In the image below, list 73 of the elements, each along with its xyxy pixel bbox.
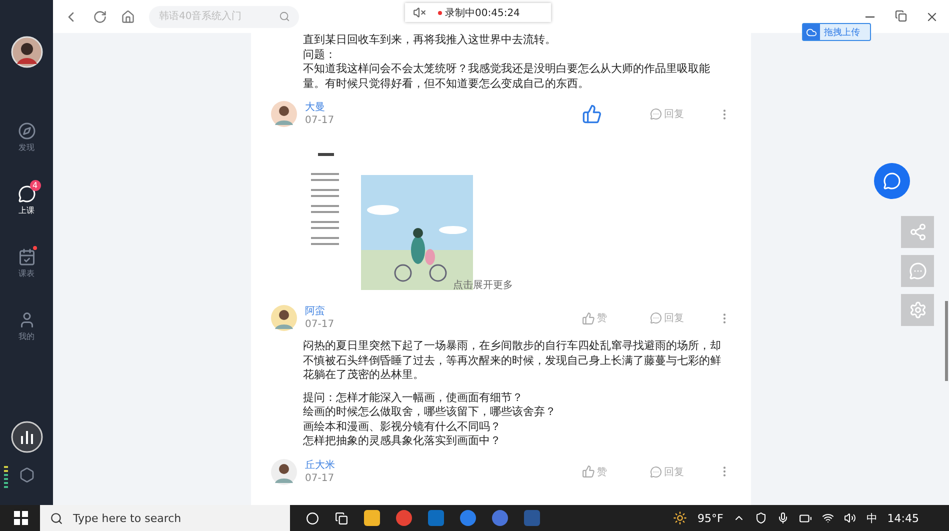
app-icon[interactable] <box>492 510 508 526</box>
like-button[interactable]: 赞 <box>582 311 642 325</box>
comment-date: 07-17 <box>305 472 336 484</box>
restore-icon[interactable] <box>895 10 907 22</box>
audio-bars-button[interactable] <box>10 421 42 453</box>
calendar-icon <box>18 248 36 266</box>
cortana-icon[interactable] <box>306 512 319 524</box>
expand-link[interactable]: 点击展开更多 <box>453 278 513 293</box>
settings-icon <box>908 301 926 319</box>
taskbar-search-box[interactable]: Type here to search <box>40 505 290 531</box>
sidebar-item[interactable]: 4 上课 <box>12 179 42 222</box>
speech-bubble-icon <box>650 466 662 478</box>
recording-time: 录制中00:45:24 <box>438 6 520 20</box>
windows-logo-icon[interactable] <box>14 511 28 525</box>
weather-temperature[interactable]: 95°F <box>697 512 724 524</box>
post-text: 不知道我这样问会不会太笼统呀？我感觉我还是没明白要怎么从大师的作品里吸取能量。有时候只觉得好看，但不知道要怎么变成自己的东西。 <box>302 62 711 91</box>
profile-avatar[interactable] <box>10 36 42 68</box>
thumbs-up-icon <box>582 104 602 124</box>
task-view-icon[interactable] <box>335 512 348 524</box>
chat-icon <box>883 172 901 190</box>
author-name[interactable]: 丘大米 <box>305 458 574 472</box>
speech-bubble-icon <box>908 262 926 280</box>
folder-icon[interactable] <box>364 510 380 526</box>
search-field[interactable]: 韩语40音系统入门 <box>149 6 299 28</box>
question-text: 怎样把抽象的灵感具象化落实到画面中？ <box>303 434 502 448</box>
microphone-icon[interactable] <box>777 512 790 524</box>
thumbs-up-icon <box>582 312 595 324</box>
speech-bubble-icon <box>650 108 662 120</box>
comment-date: 07-17 <box>305 318 336 331</box>
share-icon <box>908 223 926 241</box>
search-icon[interactable] <box>50 512 63 524</box>
shield-icon[interactable] <box>755 512 768 524</box>
browser-icon[interactable] <box>396 510 412 526</box>
input-method-indicator[interactable]: 中 <box>866 510 878 526</box>
refresh-icon[interactable] <box>93 10 107 24</box>
volume-icon[interactable] <box>844 512 856 524</box>
reply-button[interactable]: 回复 <box>650 311 710 325</box>
sidebar-item[interactable]: 课表 <box>12 242 42 285</box>
mute-icon[interactable] <box>413 6 426 19</box>
post-text: 直到某日回收车到来，再将我推入这世界中去流转。 <box>302 33 557 48</box>
thumbs-up-icon <box>582 465 595 478</box>
user-avatar <box>271 101 297 127</box>
sidebar-item[interactable]: 我的 <box>12 305 42 348</box>
question-text: 提问：怎样才能深入一幅画，使画面有细节？ <box>303 390 524 405</box>
comment-text: 闷热的夏日里突然下起了一场暴雨，在乡间散步的自行车四处乱窜寻找避雨的场所，却不慎被石头绊倒昏睡了过去，等再次醒来的时候，发现自己身上长满了藤蔓与七彩的鲜花躺在了茂密的丛林里。 <box>302 339 722 382</box>
author-name[interactable]: 阿蛮 <box>305 305 574 318</box>
sidebar-item[interactable]: 发现 <box>12 116 42 159</box>
reply-button[interactable]: 回复 <box>650 107 710 121</box>
comment-date: 07-17 <box>305 114 336 127</box>
app-icon[interactable] <box>460 510 476 526</box>
post-text: 问题： <box>302 48 337 62</box>
cloud-icon <box>806 26 817 38</box>
user-avatar <box>271 305 297 331</box>
scrollbar[interactable] <box>945 301 948 381</box>
speech-bubble-icon <box>650 312 662 324</box>
compass-icon <box>18 122 36 140</box>
author-name[interactable]: 大曼 <box>305 101 574 114</box>
taskbar-search-field[interactable]: Type here to search <box>71 510 220 526</box>
count-badge: 4 <box>30 180 40 191</box>
weather-icon[interactable] <box>673 511 688 525</box>
question-text: 绘画的时候怎么做取舍，哪些该留下，哪些该舍弃？ <box>303 405 557 420</box>
audio-meter-icon <box>4 466 8 488</box>
mail-app-icon[interactable] <box>428 510 444 526</box>
user-avatar <box>271 458 297 484</box>
clock-time[interactable]: 14:45 <box>887 512 919 524</box>
chat-button[interactable] <box>874 163 910 199</box>
question-text: 画绘本和漫画、影视分镜有什么不同吗？ <box>303 420 502 434</box>
reply-button[interactable]: 回复 <box>650 464 710 478</box>
home-icon[interactable] <box>121 10 135 24</box>
upload-button[interactable]: 拖拽上传 <box>802 23 871 41</box>
battery-icon[interactable] <box>799 512 812 524</box>
like-button[interactable]: 赞 <box>582 464 642 478</box>
settings-icon[interactable] <box>18 467 34 483</box>
